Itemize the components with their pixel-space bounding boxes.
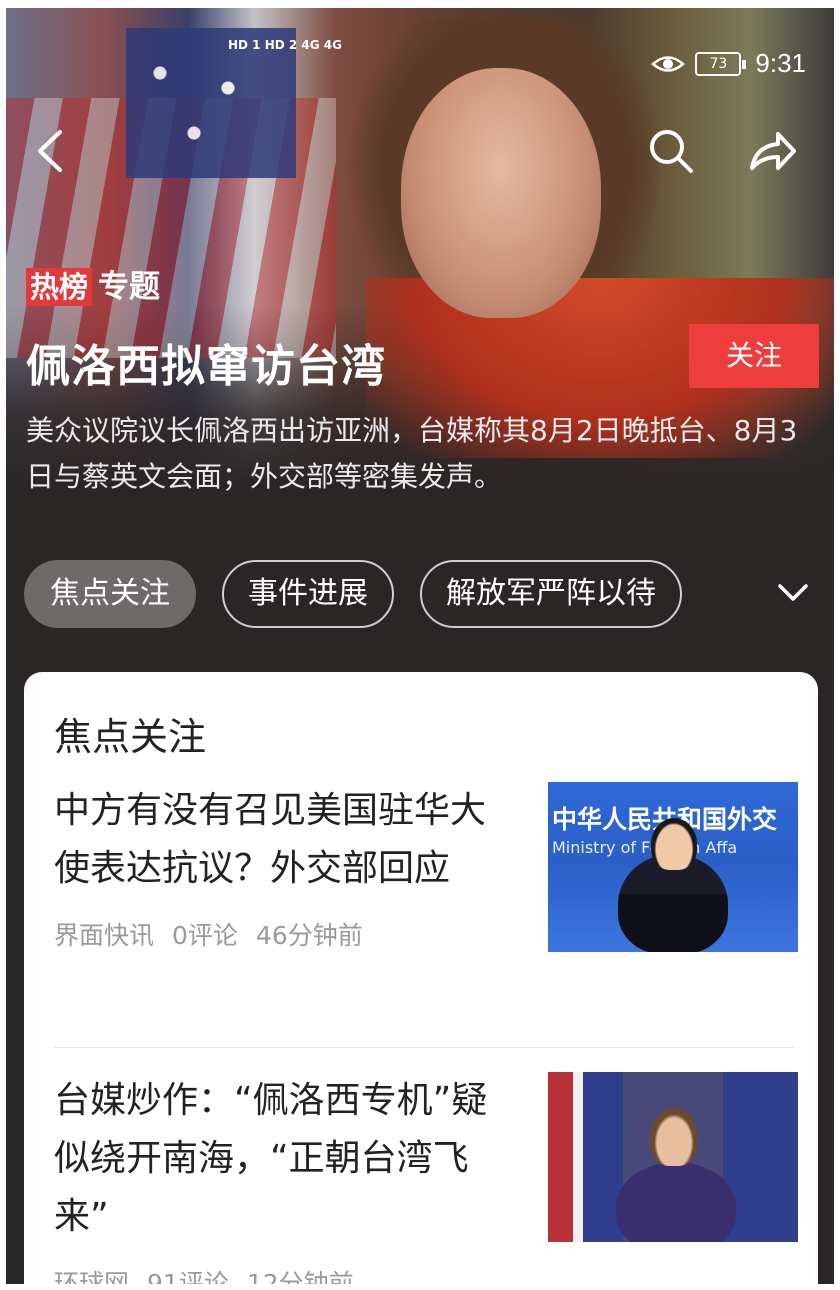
chip-progress[interactable]: 事件进展 [222,560,394,628]
back-arrow-icon[interactable] [30,126,70,176]
news-comments: 0评论 [172,921,238,950]
spokesperson-head [651,818,697,870]
status-bar: HD 1 HD 2 4G 4G 73 9:31 [6,8,834,118]
app-screen: HD 1 HD 2 4G 4G 73 9:31 热榜 专题 佩洛西拟窜访台湾 关… [6,8,834,1284]
news-time: 12分钟前 [246,1269,354,1284]
share-icon[interactable] [746,126,798,176]
news-comments: 91评论 [147,1269,229,1284]
chip-pla[interactable]: 解放军严阵以待 [420,560,682,628]
divider [54,1047,794,1048]
speaker-head [650,1108,698,1166]
thumbnail-subcaption: Ministry of Foreign Affa [552,838,738,857]
news-thumbnail[interactable] [548,1072,798,1242]
news-source: 界面快讯 [54,921,155,950]
battery-icon: 73 [695,51,747,76]
clock: 9:31 [755,48,806,78]
news-thumbnail[interactable]: 中华人民共和国外交 Ministry of Foreign Affa [548,782,798,952]
section-title: 焦点关注 [54,715,207,759]
news-headline[interactable]: 中方有没有召见美国驻华大使表达抗议？外交部回应 [54,782,514,898]
news-time: 46分钟前 [255,921,363,950]
hot-list-badge[interactable]: 热榜 [26,268,93,306]
filter-chips: 焦点关注 事件进展 解放军严阵以待 [24,560,682,628]
page-title: 佩洛西拟窜访台湾 [26,341,386,392]
topic-tag-row: 热榜 专题 [26,268,160,306]
news-item[interactable]: 中方有没有召见美国驻华大使表达抗议？外交部回应 界面快讯 0评论 46分钟前 中… [54,782,798,952]
chip-focus[interactable]: 焦点关注 [24,560,196,628]
news-source: 环球网 [54,1269,130,1284]
news-item[interactable]: 台媒炒作：“佩洛西专机”疑似绕开南海，“正朝台湾飞来” 环球网 91评论 12分… [54,1072,798,1284]
chevron-down-icon[interactable] [776,580,810,606]
news-headline[interactable]: 台媒炒作：“佩洛西专机”疑似绕开南海，“正朝台湾飞来” [54,1072,514,1246]
follow-button[interactable]: 关注 [689,324,819,388]
news-meta: 环球网 91评论 12分钟前 [54,1264,794,1284]
eye-icon [651,55,686,72]
news-card: 焦点关注 中方有没有召见美国驻华大使表达抗议？外交部回应 界面快讯 0评论 46… [24,672,818,1284]
topic-summary: 美众议院议长佩洛西出访亚洲，台媒称其8月2日晚抵台、8月3日与蔡英文会面；外交部… [26,414,798,493]
status-right: 73 9:31 [651,48,806,79]
speaker-figure [616,1162,736,1242]
topic-label: 专题 [98,269,161,305]
signal-indicators: HD 1 HD 2 4G 4G [228,38,342,52]
search-icon[interactable] [646,126,696,176]
